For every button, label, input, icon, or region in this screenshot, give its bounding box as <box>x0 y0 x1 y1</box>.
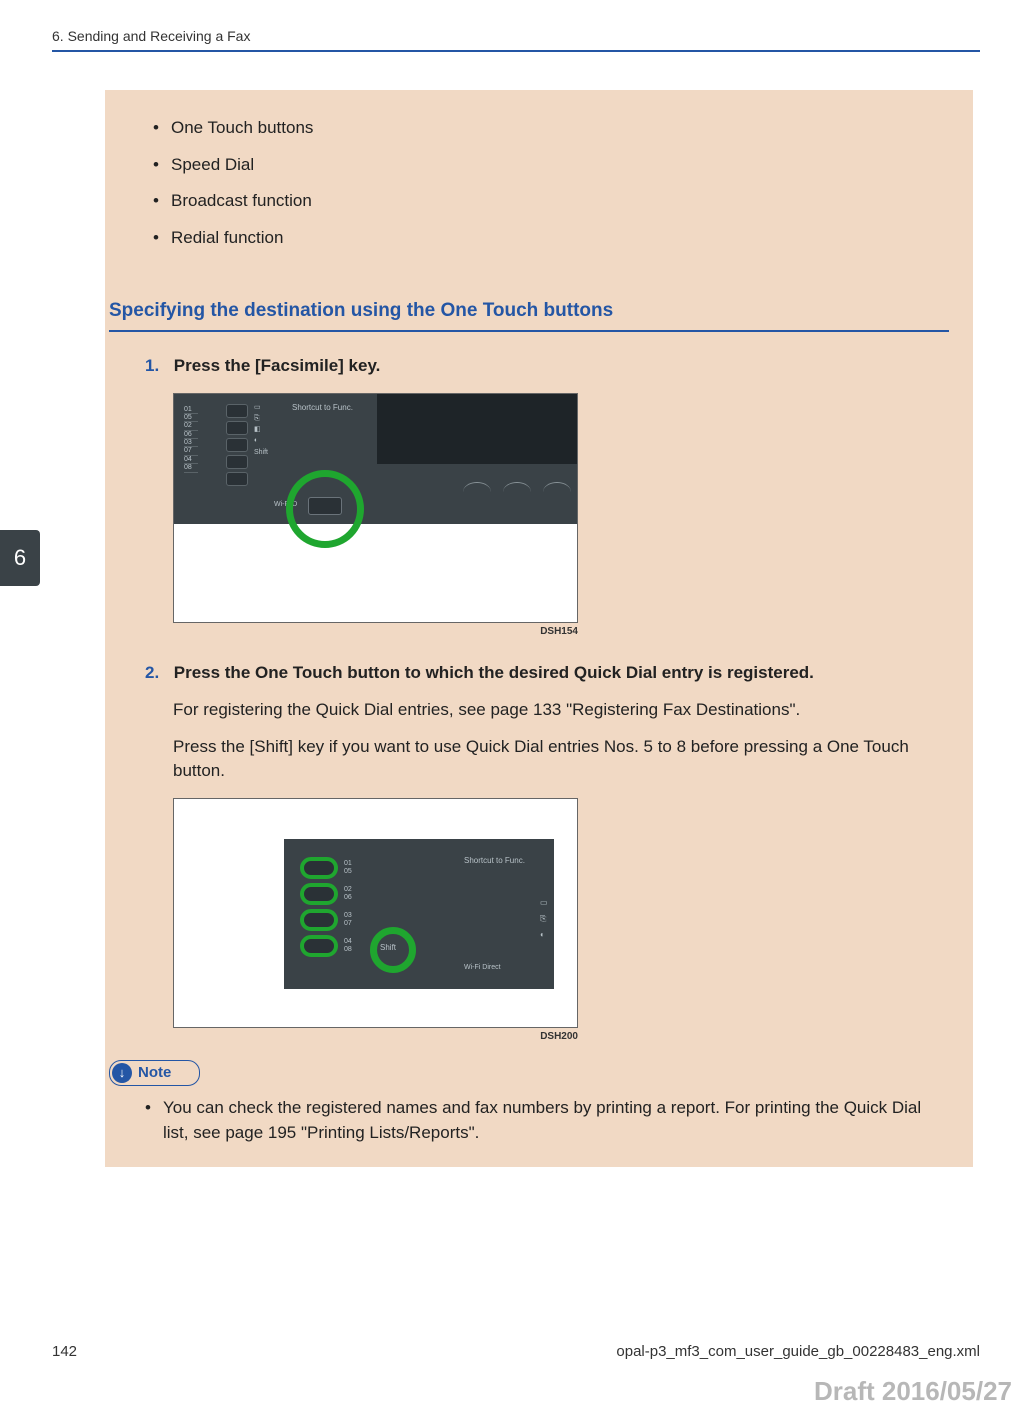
page-footer: 142 opal-p3_mf3_com_user_guide_gb_002284… <box>52 1341 980 1363</box>
body-text: For registering the Quick Dial entries, … <box>173 698 949 723</box>
device-panel: 01 05 02 06 03 07 04 08 ▭⎘◧◐Shift <box>174 394 577 524</box>
panel-button <box>226 472 248 486</box>
down-arrow-icon: ↓ <box>112 1063 132 1083</box>
page-header: 6. Sending and Receiving a Fax <box>52 26 980 52</box>
step-body: For registering the Quick Dial entries, … <box>173 698 949 784</box>
breadcrumb: 6. Sending and Receiving a Fax <box>52 28 250 44</box>
highlight-circle-icon <box>370 927 416 973</box>
shortcut-label: Shortcut to Func. <box>292 402 353 414</box>
panel-button <box>226 404 248 418</box>
list-item: Redial function <box>153 226 949 251</box>
list-item: One Touch buttons <box>153 116 949 141</box>
panel-icons: ▭⎘◐ <box>540 895 548 943</box>
onetouch-key-icon <box>300 857 338 879</box>
note-list: You can check the registered names and f… <box>145 1096 949 1145</box>
step-2: 2. Press the One Touch button to which t… <box>145 661 949 1044</box>
highlight-circle-icon <box>286 470 364 548</box>
number-column: 01 05 02 06 03 07 04 08 <box>184 406 198 473</box>
onetouch-key-icon <box>300 935 338 957</box>
step-number: 1. <box>145 354 169 379</box>
onetouch-key-icon <box>300 909 338 931</box>
feature-list: One Touch buttons Speed Dial Broadcast f… <box>153 116 949 251</box>
device-screen <box>377 394 577 464</box>
chapter-tab: 6 <box>0 530 40 586</box>
onetouch-key-icon <box>300 883 338 905</box>
step-title: 1. Press the [Facsimile] key. <box>145 354 949 379</box>
shortcut-label: Shortcut to Func. <box>464 855 525 867</box>
note-label: Note <box>138 1062 171 1084</box>
source-file: opal-p3_mf3_com_user_guide_gb_00228483_e… <box>616 1341 980 1363</box>
panel-icons: ▭⎘◧◐Shift <box>254 402 268 458</box>
onetouch-buttons-highlight: 0105 0206 0307 0408 <box>300 857 352 961</box>
figure-1: 01 05 02 06 03 07 04 08 ▭⎘◧◐Shift <box>173 393 578 623</box>
onetouch-buttons <box>226 404 248 489</box>
draft-watermark: Draft 2016/05/27 <box>814 1373 1012 1411</box>
list-item: Speed Dial <box>153 153 949 178</box>
section-heading: Specifying the destination using the One… <box>109 297 949 333</box>
step-number: 2. <box>145 661 169 686</box>
body-text: Press the [Shift] key if you want to use… <box>173 735 949 784</box>
page-number: 142 <box>52 1341 77 1363</box>
note-item: You can check the registered names and f… <box>145 1096 949 1145</box>
step-title: 2. Press the One Touch button to which t… <box>145 661 949 686</box>
panel-button <box>226 438 248 452</box>
step-1: 1. Press the [Facsimile] key. 01 05 02 0… <box>145 354 949 639</box>
panel-button <box>226 455 248 469</box>
wifi-label: Wi-Fi Direct <box>464 963 501 973</box>
figure-2: 0105 0206 0307 0408 ▭⎘◐ Shortcut to Func… <box>173 798 578 1028</box>
content-area: One Touch buttons Speed Dial Broadcast f… <box>105 90 973 1167</box>
note-badge: ↓ Note <box>109 1060 200 1086</box>
figure-caption: DSH154 <box>173 625 578 640</box>
figure-caption: DSH200 <box>173 1030 578 1045</box>
list-item: Broadcast function <box>153 189 949 214</box>
nav-buttons <box>463 482 571 492</box>
panel-button <box>226 421 248 435</box>
